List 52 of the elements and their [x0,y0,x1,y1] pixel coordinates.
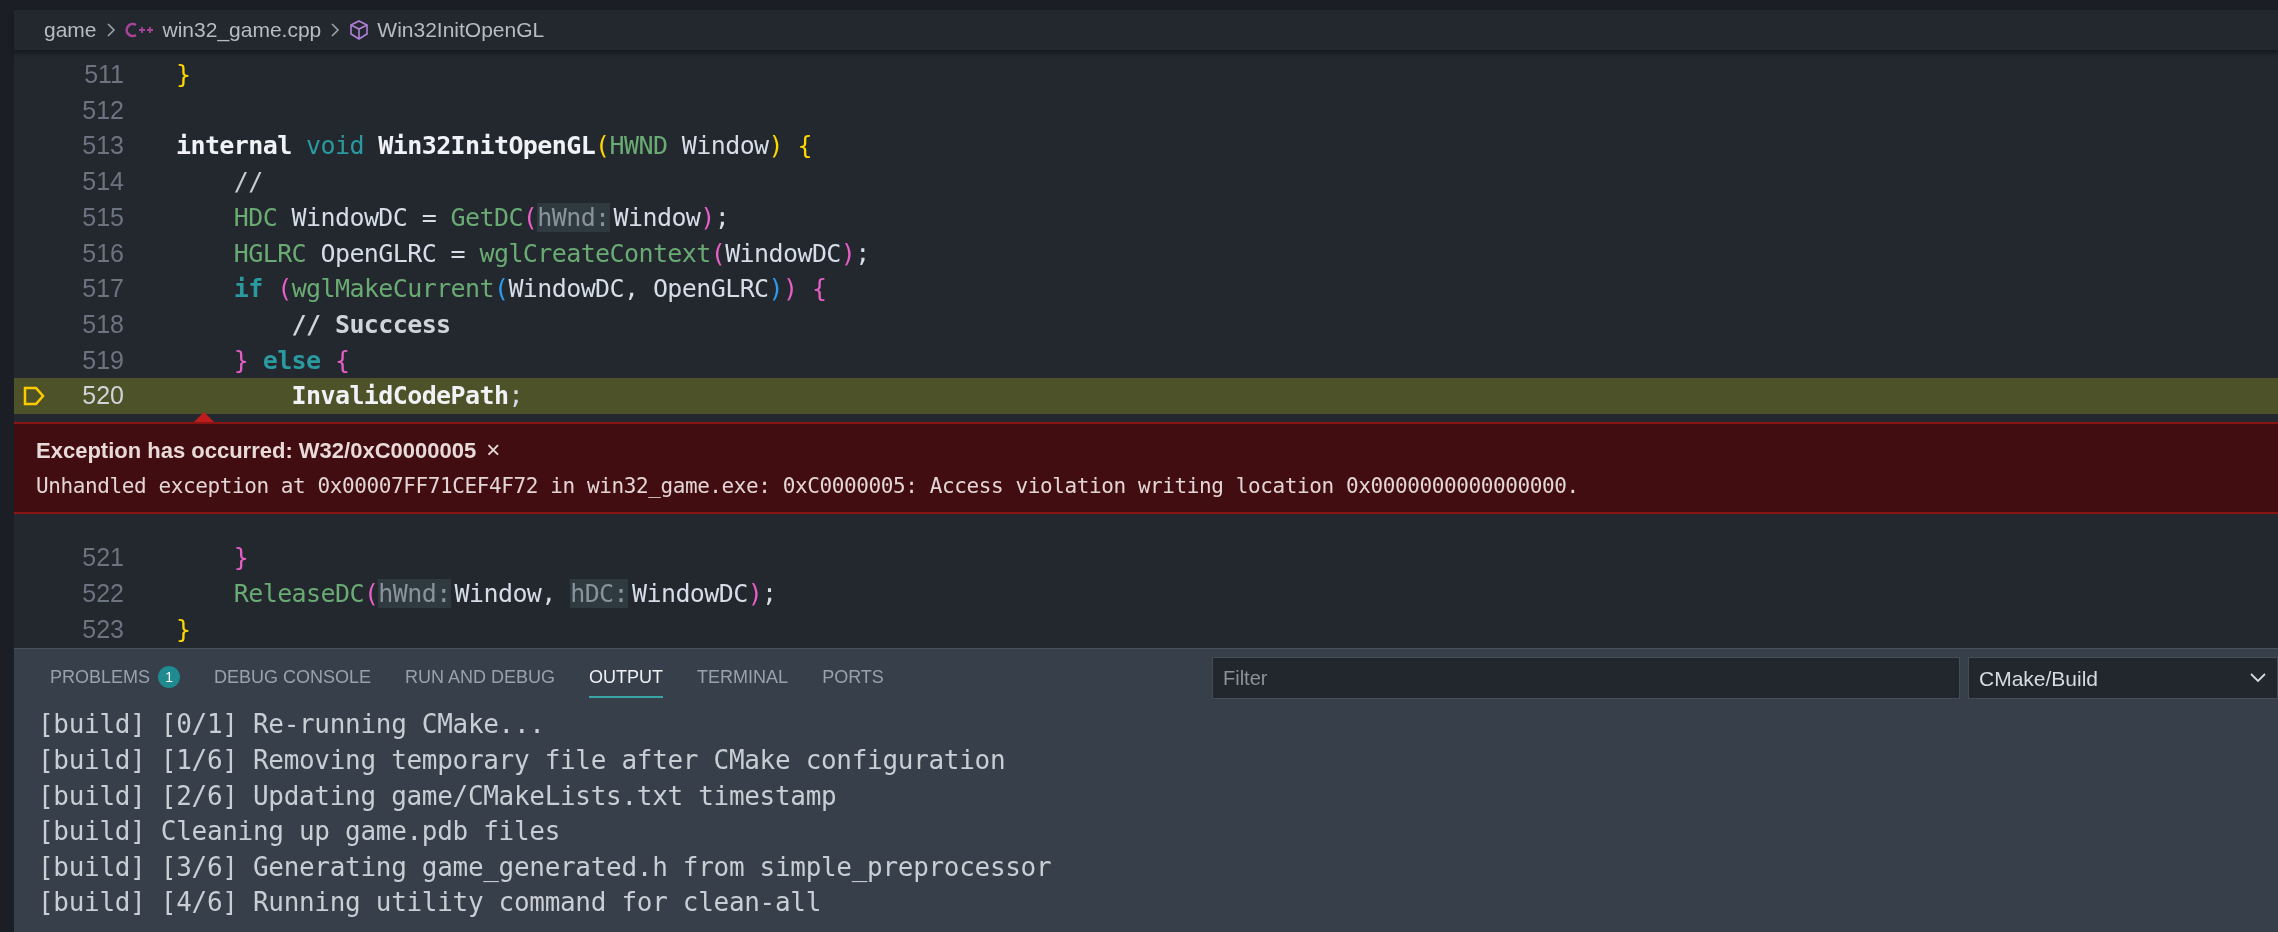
output-line: [build] [1/6] Removing temporary file after CMake configuration [38,743,1007,777]
code-line: } [232,542,249,575]
panel-tab[interactable]: PORTS [822,658,884,699]
code-line: ReleaseDC(hWnd: Window, hDC: WindowDC); [232,578,777,611]
chevron-right-icon [329,21,342,39]
code-line: internal void Win32InitOpenGL(HWND Window) { [176,130,812,163]
line-number: 514 [81,166,124,198]
count-badge: 1 [158,666,181,689]
breadcrumb-item[interactable]: game [44,14,97,46]
code-line: if (wglMakeCurrent(WindowDC, OpenGLRC)) { [232,273,827,306]
code-line: } [176,59,191,92]
code-line: HDC WindowDC = GetDC(hWnd: Window); [232,201,730,234]
line-number: 517 [81,273,124,305]
exception-message: Unhandled exception at 0x00007FF71CEF4F72 in win32_game.exe: 0xC0000005: Access violation writing location 0x0000000000000000. [36,472,1580,500]
output-line: [build] [0/1] Re-running CMake... [38,708,546,742]
filter-field[interactable]: Filter [1212,657,1960,700]
cube-icon [349,19,370,41]
line-number: 515 [81,201,124,233]
output-channel-dropdown[interactable]: CMake/Build [1968,657,2278,700]
panel-tab[interactable]: DEBUG CONSOLE [214,658,372,699]
output-line: [build] [4/6] Running utility command for clean-all [38,886,823,920]
code-line: // [232,166,263,199]
code-line: } [176,613,191,646]
line-number: 513 [81,130,124,162]
line-number: 516 [81,237,124,269]
line-number: 512 [81,94,124,126]
output-line: [build] [2/6] Updating game/CMakeLists.txt timestamp [38,779,838,813]
panel-tab[interactable]: TERMINAL [697,658,789,699]
panel-tab[interactable]: OUTPUT [589,658,664,699]
code-line: HGLRC OpenGLRC = wglCreateContext(WindowDC); [232,237,870,270]
line-number: 511 [83,59,124,91]
breadcrumb-item[interactable]: win32_game.cpp [162,14,322,46]
panel-tab[interactable]: RUN AND DEBUG [405,658,556,699]
line-number: 518 [81,308,124,340]
code-line: // Succcess [290,308,451,341]
code-line: } else { [232,344,350,377]
close-button[interactable]: × [486,438,501,463]
breakpoint-arrow-icon [22,385,46,408]
panel-tab[interactable]: PROBLEMS 1 [50,658,181,699]
cpp-file-icon [124,20,155,40]
line-number: 521 [81,542,124,574]
chevron-right-icon [104,21,117,39]
line-number: 522 [81,578,124,610]
code-line: InvalidCodePath; [290,380,523,413]
line-number: 519 [81,344,124,376]
output-line: [build] [3/6] Generating game_generated.h from simple_preprocessor [38,850,1053,884]
chevron-down-icon [2249,672,2267,685]
line-number: 520 [81,380,124,412]
output-line: [build] Cleaning up game.pdb files [38,815,561,849]
line-number: 523 [81,613,124,645]
exception-title: Exception has occurred: W32/0xC0000005 [36,436,477,465]
breadcrumb-item[interactable]: Win32InitOpenGL [377,14,545,46]
